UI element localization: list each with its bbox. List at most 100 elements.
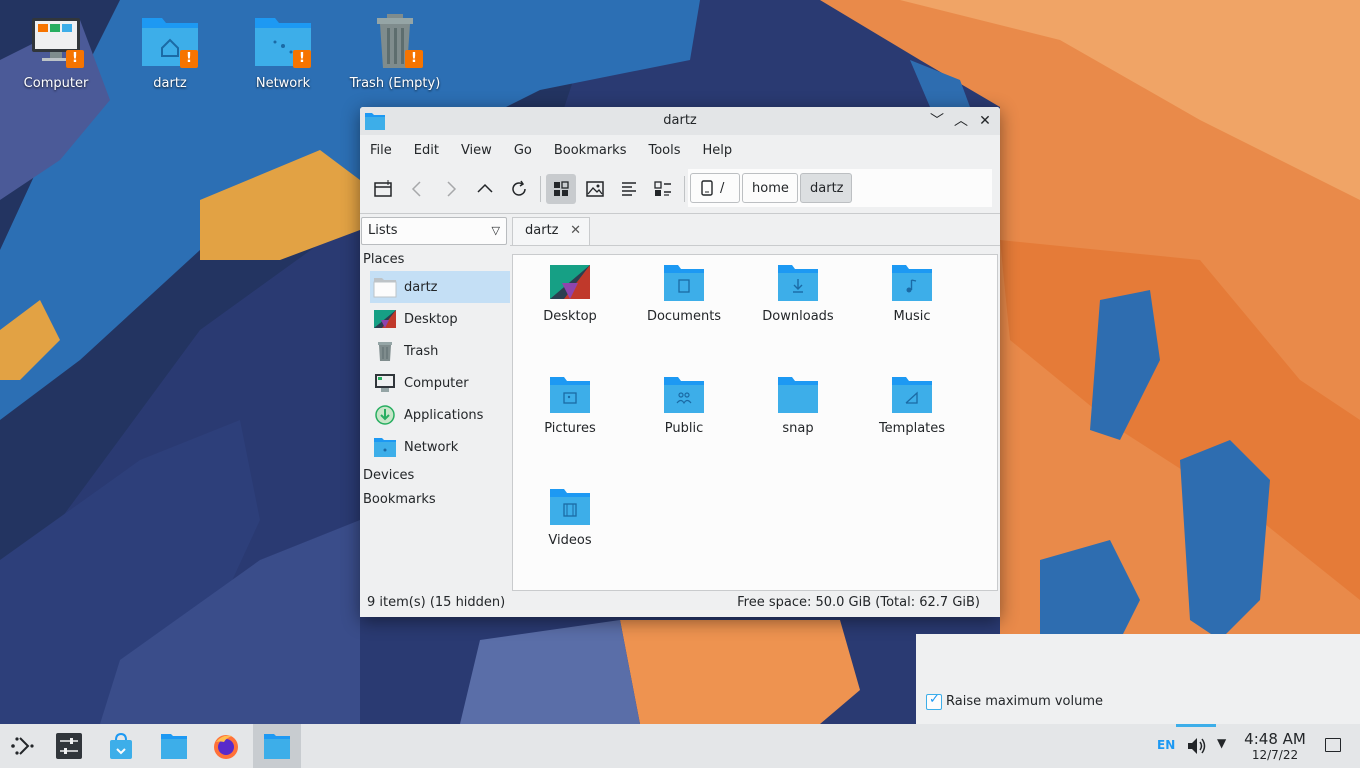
breadcrumb-home-label: home (752, 180, 789, 196)
places-item-computer[interactable]: Computer (370, 367, 510, 399)
icons-view-button[interactable] (546, 174, 576, 204)
application-launcher-button[interactable] (3, 728, 41, 764)
home-folder-icon (373, 278, 397, 298)
tray-expand-arrow-icon[interactable]: ▼ (1217, 736, 1226, 750)
places-item-network[interactable]: Network (370, 431, 510, 463)
desktop-icon-home[interactable]: ! dartz (120, 12, 220, 91)
firefox-button[interactable] (207, 728, 245, 764)
desktop-icon-label: Trash (Empty) (349, 76, 441, 91)
breadcrumb-root[interactable]: / (690, 173, 740, 203)
up-button[interactable] (470, 174, 500, 204)
file-view[interactable]: Desktop Documents Downloads Music Pictur… (512, 254, 998, 591)
file-item-documents[interactable]: Documents (627, 263, 741, 324)
file-item-label: Videos (548, 533, 592, 548)
places-item-label: Trash (404, 343, 439, 359)
minimize-button[interactable]: ﹀ (927, 111, 947, 131)
file-manager-window[interactable]: dartz ﹀ ︿ ✕ File Edit View Go Bookmarks … (360, 107, 1000, 617)
file-item-label: Desktop (543, 309, 597, 324)
back-button[interactable] (402, 174, 432, 204)
folder-icon (161, 734, 187, 759)
places-panel: Places dartz Desktop Trash Computer Appl… (360, 247, 510, 511)
store-bag-icon (110, 732, 132, 759)
item-count-status: 9 item(s) (15 hidden) (367, 595, 506, 610)
show-desktop-icon[interactable] (1325, 738, 1341, 752)
reload-button[interactable] (504, 174, 534, 204)
clock-date[interactable]: 12/7/22 (1236, 748, 1314, 762)
raise-volume-checkbox[interactable] (926, 692, 942, 710)
bookmarks-header[interactable]: Bookmarks (360, 487, 510, 511)
computer-icon (375, 374, 395, 392)
menu-file[interactable]: File (370, 143, 402, 158)
menu-help[interactable]: Help (703, 143, 743, 158)
free-space-status[interactable]: Free space: 50.0 GiB (Total: 62.7 GiB) (737, 591, 980, 615)
applications-icon (375, 405, 395, 425)
desktop-icon-network[interactable]: ! Network (233, 12, 333, 91)
file-item-snap[interactable]: snap (741, 375, 855, 436)
raise-volume-label[interactable]: Raise maximum volume (946, 694, 1103, 709)
close-button[interactable]: ✕ (975, 111, 995, 131)
menu-go[interactable]: Go (514, 143, 542, 158)
file-item-videos[interactable]: Videos (513, 487, 627, 548)
panel-select-value: Lists (368, 223, 398, 238)
firefox-icon (214, 735, 238, 759)
places-item-desktop[interactable]: Desktop (370, 303, 510, 335)
warning-badge-icon: ! (66, 50, 84, 68)
dolphin-task-button[interactable] (253, 724, 301, 768)
file-item-label: Documents (646, 309, 722, 324)
menu-tools[interactable]: Tools (648, 143, 690, 158)
forward-button[interactable] (436, 174, 466, 204)
preview-button[interactable] (580, 174, 610, 204)
warning-badge-icon: ! (405, 50, 423, 68)
devices-header[interactable]: Devices (360, 463, 510, 487)
discover-button[interactable] (102, 728, 140, 764)
tab-dartz[interactable]: dartz ✕ (512, 217, 590, 245)
system-settings-button[interactable] (50, 728, 88, 764)
panel-select[interactable]: Lists ▽ (361, 217, 507, 245)
videos-folder-icon (550, 489, 590, 525)
file-item-label: snap (782, 421, 814, 436)
file-item-downloads[interactable]: Downloads (741, 263, 855, 324)
window-titlebar[interactable]: dartz ﹀ ︿ ✕ (360, 107, 1000, 135)
toolbar-separator (540, 176, 541, 202)
drive-icon (701, 180, 713, 196)
file-item-music[interactable]: Music (855, 263, 969, 324)
desktop-icon-trash[interactable]: ! Trash (Empty) (345, 12, 445, 91)
maximize-button[interactable]: ︿ (951, 111, 971, 131)
clock-time[interactable]: 4:48 AM (1236, 730, 1314, 748)
file-item-pictures[interactable]: Pictures (513, 375, 627, 436)
file-item-label: Templates (878, 421, 946, 436)
warning-badge-icon: ! (180, 50, 198, 68)
places-item-applications[interactable]: Applications (370, 399, 510, 431)
pictures-folder-icon (550, 377, 590, 413)
file-item-templates[interactable]: Templates (855, 375, 969, 436)
taskbar: EN ▼ 4:48 AM 12/7/22 (0, 724, 1360, 768)
places-item-label: dartz (404, 279, 438, 295)
details-view-button[interactable] (648, 174, 678, 204)
details-view-icon (654, 181, 671, 196)
places-item-trash[interactable]: Trash (370, 335, 510, 367)
breadcrumb-home[interactable]: home (742, 173, 798, 203)
places-item-dartz[interactable]: dartz (370, 271, 510, 303)
new-window-button[interactable] (368, 174, 398, 204)
file-item-public[interactable]: Public (627, 375, 741, 436)
toolbar-separator (684, 176, 685, 202)
back-arrow-icon (411, 181, 421, 197)
desktop-folder-icon (550, 265, 590, 299)
file-item-label: Music (893, 309, 931, 324)
file-item-desktop[interactable]: Desktop (513, 263, 627, 324)
breadcrumb-dartz[interactable]: dartz (800, 173, 852, 203)
close-icon: ✕ (979, 113, 991, 129)
menu-bookmarks[interactable]: Bookmarks (554, 143, 637, 158)
image-preview-icon (586, 181, 604, 197)
settings-icon (56, 733, 82, 759)
close-tab-icon[interactable]: ✕ (570, 218, 581, 244)
compact-view-button[interactable] (614, 174, 644, 204)
dolphin-launcher-button[interactable] (155, 728, 193, 764)
keyboard-layout-indicator[interactable]: EN (1157, 738, 1175, 752)
menu-edit[interactable]: Edit (414, 143, 449, 158)
desktop-icon-label: Computer (23, 76, 89, 91)
desktop-icon-computer[interactable]: ! Computer (6, 12, 106, 91)
volume-icon[interactable] (1186, 735, 1206, 757)
location-bar[interactable]: / home dartz (688, 169, 992, 207)
menu-view[interactable]: View (461, 143, 502, 158)
